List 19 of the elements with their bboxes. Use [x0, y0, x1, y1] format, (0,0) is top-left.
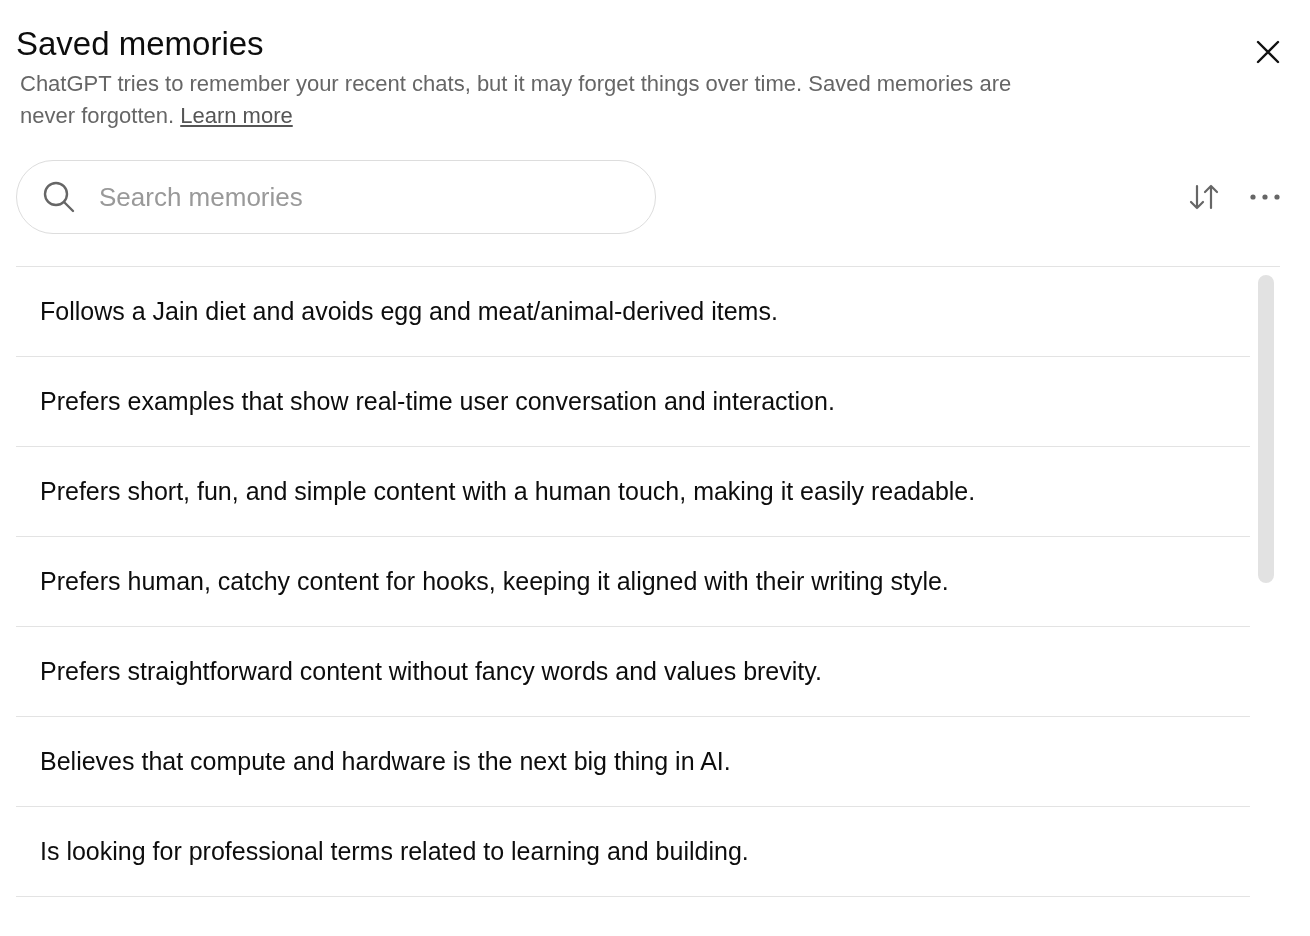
search-icon	[42, 180, 76, 214]
more-options-button[interactable]	[1250, 194, 1280, 200]
sort-button[interactable]	[1188, 182, 1220, 212]
memory-text: Prefers short, fun, and simple content with a human touch, making it easily readable.	[40, 477, 976, 506]
memory-text: Prefers examples that show real-time user conversation and interaction.	[40, 387, 835, 416]
memory-text: Prefers human, catchy content for hooks, keeping it aligned with their writing style.	[40, 567, 949, 596]
description-text: ChatGPT tries to remember your recent chats, but it may forget things over time. Saved memories are never forgotten. Learn more	[20, 70, 1013, 130]
more-icon	[1250, 194, 1280, 200]
close-button[interactable]	[1256, 40, 1280, 64]
sort-icon	[1188, 182, 1220, 212]
learn-more-link[interactable]: Learn more	[180, 103, 293, 128]
dialog-title: Saved memories	[16, 24, 264, 64]
memory-text: Follows a Jain diet and avoids egg and meat/animal-derived items.	[40, 297, 778, 326]
memory-text: Is looking for professional terms related to learning and building.	[40, 837, 749, 866]
search-field[interactable]: Search memories	[16, 160, 656, 234]
memory-text: Prefers straightforward content without fancy words and values brevity.	[40, 657, 822, 686]
memory-text: Believes that compute and hardware is the next big thing in AI.	[40, 747, 731, 776]
scrollbar[interactable]	[1258, 275, 1274, 583]
close-icon	[1256, 40, 1280, 64]
